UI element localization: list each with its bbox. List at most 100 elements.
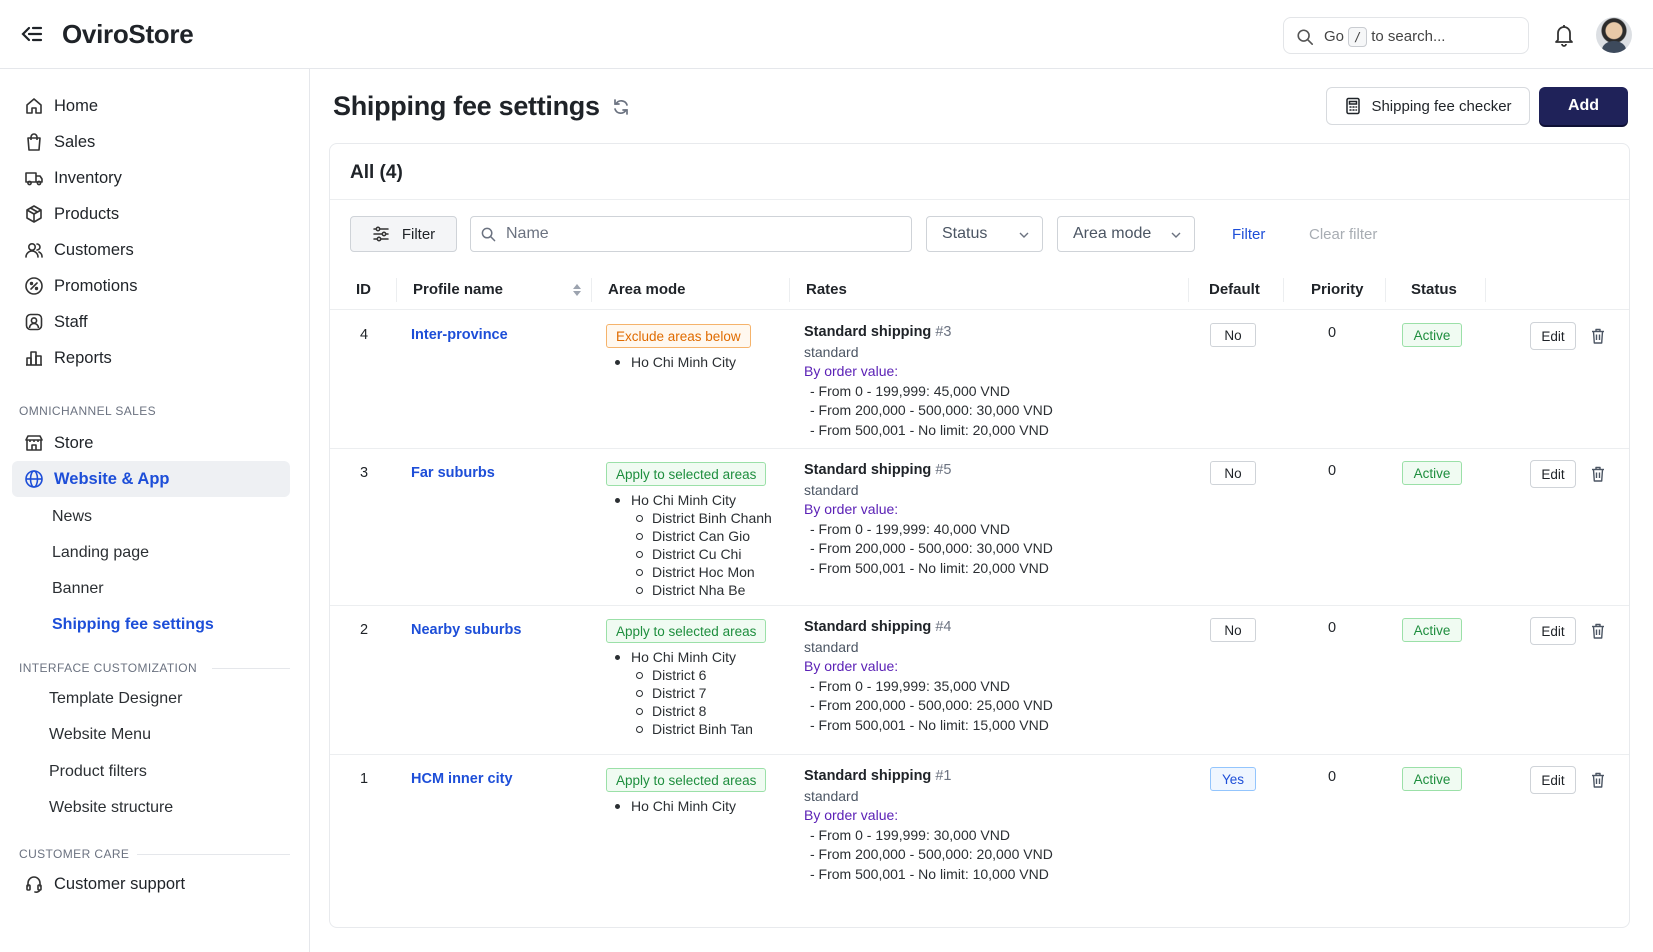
percent-icon [25,277,43,295]
rate-tier: - From 500,001 - No limit: 20,000 VND [810,559,1049,576]
apply-filter-link[interactable]: Filter [1232,226,1265,243]
sidebar-item-products[interactable]: Products [12,196,290,232]
sidebar-item-customer-support[interactable]: Customer support [12,866,290,902]
rate-number: #4 [935,619,952,635]
priority-value: 0 [1328,769,1337,785]
rate-title: Standard shipping [804,768,932,784]
column-separator [1283,278,1284,302]
rate-code: standard [804,481,859,498]
edit-button[interactable]: Edit [1530,766,1576,794]
sidebar-item-label: Sales [54,132,96,151]
globe-icon [25,470,43,488]
status-select-value: Status [942,225,988,242]
sidebar-subitem-news[interactable]: News [52,508,92,526]
area-item: Ho Chi Minh City [613,797,736,815]
status-select[interactable]: Status [926,216,1043,252]
edit-button[interactable]: Edit [1530,460,1576,488]
rate-tier: - From 500,001 - No limit: 10,000 VND [810,865,1049,882]
rate-code: standard [804,787,859,804]
rate-code: standard [804,638,859,655]
sub-area-item: District 6 [613,666,753,684]
sort-icon[interactable] [572,281,582,299]
sidebar-item-template-designer[interactable]: Template Designer [49,690,182,708]
table-row: 4 Inter-province Exclude areas below Ho … [330,311,1629,449]
row-id: 1 [360,771,369,787]
sidebar-subitem-banner[interactable]: Banner [52,580,104,598]
tab-all[interactable]: All (4) [350,162,403,184]
profile-name-link[interactable]: HCM inner city [411,771,513,787]
area-list: Ho Chi Minh City District Binh Chanh Dis… [613,491,772,599]
add-button[interactable]: Add [1539,87,1628,125]
area-mode-select-value: Area mode [1073,225,1152,242]
rate-title: Standard shipping [804,462,932,478]
trash-icon[interactable] [1589,465,1607,483]
sidebar-item-staff[interactable]: Staff [12,304,290,340]
column-header-profile-name[interactable]: Profile name [413,281,503,298]
sidebar-item-website-app[interactable]: Website & App [12,461,290,497]
area-mode-select[interactable]: Area mode [1057,216,1195,252]
column-separator [789,278,790,302]
sidebar-item-label: Products [54,204,120,223]
sidebar-item-label: Home [54,96,99,115]
default-badge: No [1210,323,1256,347]
column-separator [1188,278,1189,302]
table-row: 3 Far suburbs Apply to selected areas Ho… [330,449,1629,606]
column-header-priority: Priority [1311,281,1364,298]
column-separator [1485,278,1486,302]
rate-tier: - From 200,000 - 500,000: 30,000 VND [810,540,1053,556]
default-badge: Yes [1210,767,1256,791]
sidebar-subitem-landing-page[interactable]: Landing page [52,544,149,562]
sidebar-item-website-structure[interactable]: Website structure [49,799,173,817]
area-mode-badge: Apply to selected areas [606,462,767,486]
sidebar-item-home[interactable]: Home [12,88,290,124]
home-icon [26,98,42,114]
sub-area-item: District 7 [613,684,753,702]
global-search[interactable]: Go / to search... [1283,17,1529,54]
clear-filter-link[interactable]: Clear filter [1309,226,1377,243]
brand-logo[interactable]: OviroStore [62,19,194,50]
column-header-default: Default [1209,281,1260,298]
collapse-sidebar-icon[interactable] [20,22,44,46]
rate-summary: Standard shipping #4 standard By order v… [804,618,1053,735]
profile-name-link[interactable]: Far suburbs [411,465,495,481]
column-header-status: Status [1411,281,1457,298]
section-omnichannel-label: OMNICHANNEL SALES [19,404,157,418]
shopping-bag-icon [27,133,41,151]
headset-icon [26,876,42,893]
rate-tier: - From 200,000 - 500,000: 25,000 VND [810,697,1053,713]
status-badge: Active [1402,461,1462,485]
sidebar-item-store[interactable]: Store [12,425,290,461]
trash-icon[interactable] [1589,622,1607,640]
priority-value: 0 [1328,463,1337,479]
profile-name-link[interactable]: Nearby suburbs [411,622,521,638]
sidebar-item-customers[interactable]: Customers [12,232,290,268]
checker-label: Shipping fee checker [1371,97,1512,115]
trash-icon[interactable] [1589,771,1607,789]
profile-name-link[interactable]: Inter-province [411,327,508,343]
rate-summary: Standard shipping #5 standard By order v… [804,461,1053,578]
search-shortcut-key: / [1348,27,1368,47]
sidebar-item-sales[interactable]: Sales [12,124,290,160]
filter-toggle-button[interactable]: Filter [350,216,457,252]
bell-icon[interactable] [1552,22,1576,48]
rate-title: Standard shipping [804,324,932,340]
sidebar-item-inventory[interactable]: Inventory [12,160,290,196]
sidebar-item-product-filters[interactable]: Product filters [49,763,147,781]
column-separator [591,278,592,302]
sidebar-subitem-shipping-fee-settings[interactable]: Shipping fee settings [52,616,214,634]
rate-basis: By order value: [804,658,899,674]
rate-tier: - From 200,000 - 500,000: 20,000 VND [810,846,1053,862]
sidebar-item-promotions[interactable]: Promotions [12,268,290,304]
edit-button[interactable]: Edit [1530,322,1576,350]
sidebar-item-website-menu[interactable]: Website Menu [49,726,151,744]
trash-icon[interactable] [1589,327,1607,345]
name-search-input[interactable] [470,216,912,252]
section-interface-label: INTERFACE CUSTOMIZATION [19,661,198,675]
avatar[interactable] [1596,17,1632,53]
refresh-icon[interactable] [611,97,631,117]
shipping-fee-checker-button[interactable]: Shipping fee checker [1326,87,1530,125]
sidebar-item-reports[interactable]: Reports [12,340,290,376]
edit-button[interactable]: Edit [1530,617,1576,645]
sidebar-item-label: Promotions [54,276,138,295]
sidebar: Home Sales Inventory Products Customers … [0,69,310,952]
